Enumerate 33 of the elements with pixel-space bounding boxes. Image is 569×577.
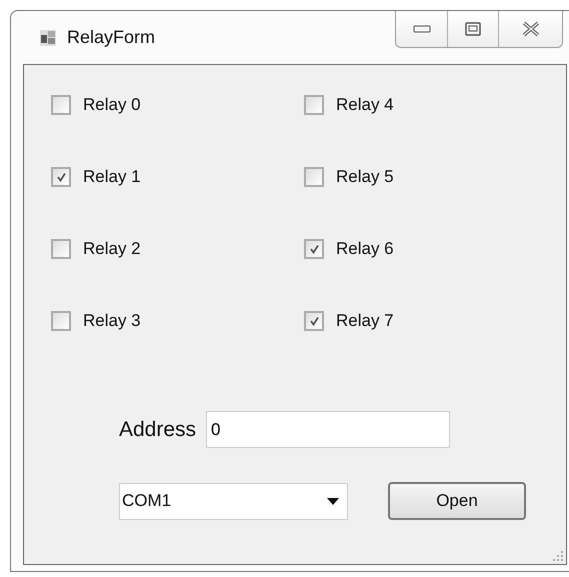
open-button[interactable]: Open bbox=[388, 482, 526, 520]
minimize-icon bbox=[412, 25, 430, 33]
resize-grip-icon bbox=[553, 551, 563, 561]
checkbox[interactable] bbox=[304, 167, 324, 187]
restore-icon bbox=[465, 22, 481, 36]
port-dropdown[interactable]: COM1 bbox=[119, 482, 348, 520]
maximize-button[interactable] bbox=[447, 11, 498, 47]
relay-checkbox[interactable]: Relay 4 bbox=[304, 95, 504, 119]
minimize-button[interactable] bbox=[396, 11, 447, 47]
checkbox[interactable] bbox=[51, 167, 71, 187]
checkbox[interactable] bbox=[304, 311, 324, 331]
checkmark-icon bbox=[308, 244, 320, 254]
checkbox[interactable] bbox=[304, 95, 324, 115]
relay-checkbox[interactable]: Relay 1 bbox=[51, 167, 304, 191]
relay-checkbox[interactable]: Relay 2 bbox=[51, 239, 304, 263]
address-field[interactable]: 0 bbox=[206, 411, 450, 448]
relay-checkbox[interactable]: Relay 7 bbox=[304, 311, 504, 335]
relay-checkbox[interactable]: Relay 3 bbox=[51, 311, 304, 335]
relay-checkbox[interactable]: Relay 6 bbox=[304, 239, 504, 263]
address-label: Address bbox=[119, 418, 196, 442]
checkbox[interactable] bbox=[51, 239, 71, 259]
checkbox[interactable] bbox=[51, 311, 71, 331]
dropdown-caret-icon bbox=[327, 498, 339, 504]
checkbox[interactable] bbox=[304, 239, 324, 259]
close-icon bbox=[520, 21, 540, 37]
relay-checkbox[interactable]: Relay 0 bbox=[51, 95, 304, 119]
relay-checkbox[interactable]: Relay 5 bbox=[304, 167, 504, 191]
checkbox[interactable] bbox=[51, 95, 71, 115]
checkmark-icon bbox=[308, 316, 320, 326]
app-icon bbox=[39, 28, 57, 46]
checkmark-icon bbox=[56, 172, 66, 182]
close-button[interactable] bbox=[498, 11, 562, 47]
window-title: RelayForm bbox=[67, 27, 156, 48]
